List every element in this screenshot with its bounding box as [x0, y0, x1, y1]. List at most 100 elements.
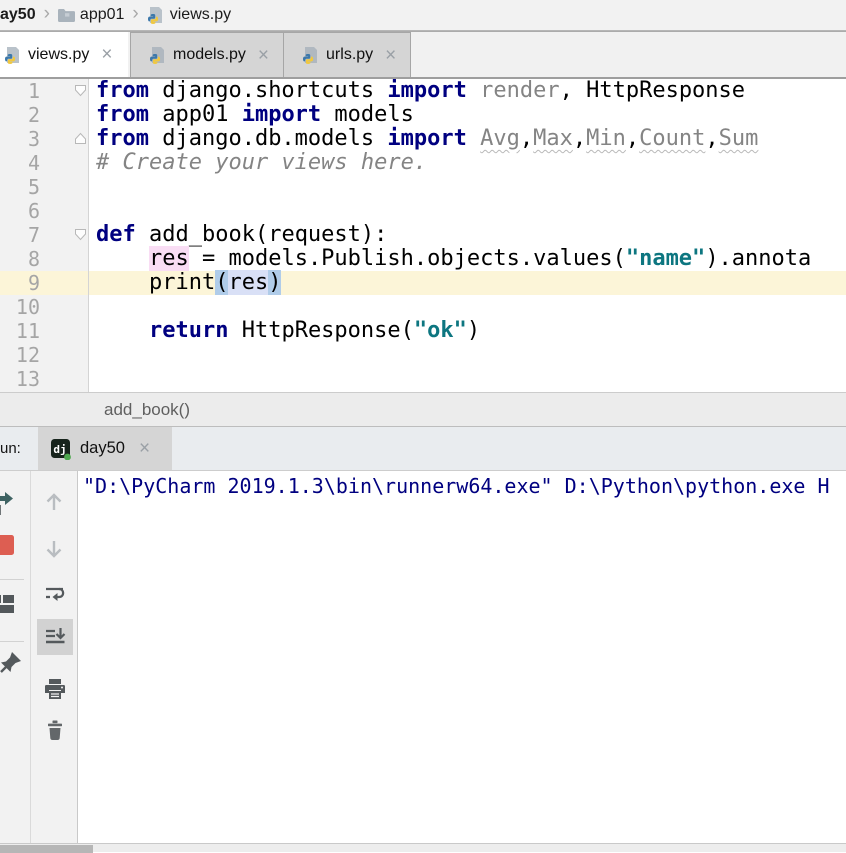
- gutter-line-5[interactable]: 5: [0, 175, 88, 199]
- tab-urls-py[interactable]: urls.py ×: [284, 32, 411, 77]
- fold-collapse-icon[interactable]: [74, 84, 87, 97]
- code-line-4[interactable]: # Create your views here.: [89, 151, 846, 175]
- line-number: 2: [0, 103, 40, 127]
- line-number: 5: [0, 175, 40, 199]
- run-toolbar-outer: [0, 471, 31, 843]
- gutter-line-1[interactable]: 1: [0, 79, 88, 103]
- gutter-line-7[interactable]: 7: [0, 223, 88, 247]
- code-line-9[interactable]: print(res): [89, 271, 846, 295]
- breadcrumb-project[interactable]: ay50: [0, 6, 36, 24]
- restore-layout-icon[interactable]: [0, 592, 15, 616]
- run-tab-day50[interactable]: dj day50 ×: [38, 427, 172, 470]
- code-editor[interactable]: 12345678910111213 from django.shortcuts …: [0, 79, 846, 392]
- code-line-5[interactable]: [89, 175, 846, 199]
- python-file-icon: [302, 46, 320, 64]
- django-run-icon: dj: [50, 438, 72, 460]
- method-breadcrumb-bar: add_book(): [0, 392, 846, 427]
- console-output[interactable]: "D:\PyCharm 2019.1.3\bin\runnerw64.exe" …: [78, 471, 846, 843]
- line-number: 7: [0, 223, 40, 247]
- code-token: "name": [626, 246, 705, 271]
- line-number: 1: [0, 79, 40, 103]
- line-number: 13: [0, 367, 40, 391]
- code-token: from: [96, 79, 149, 103]
- stop-icon[interactable]: [0, 535, 14, 555]
- code-token: # Create your views here.: [96, 150, 427, 175]
- breadcrumb-label: ay50: [0, 6, 36, 24]
- tab-label: urls.py: [326, 46, 373, 64]
- gutter-line-11[interactable]: 11: [0, 319, 88, 343]
- tab-label: models.py: [173, 46, 246, 64]
- code-token: ): [268, 270, 281, 295]
- code-line-12[interactable]: [89, 343, 846, 367]
- gutter-line-2[interactable]: 2: [0, 103, 88, 127]
- line-number: 3: [0, 127, 40, 151]
- tab-views-py[interactable]: views.py ×: [0, 32, 128, 77]
- run-window-label: un:: [0, 440, 34, 457]
- code-token: [96, 318, 149, 343]
- gutter-line-13[interactable]: 13: [0, 367, 88, 391]
- code-line-13[interactable]: [89, 367, 846, 391]
- breadcrumb-views-py[interactable]: views.py: [147, 6, 231, 24]
- code-line-1[interactable]: from django.shortcuts import render, Htt…: [89, 79, 846, 103]
- pin-icon[interactable]: [0, 651, 22, 675]
- code-token: , HttpResponse: [560, 79, 745, 103]
- line-number: 8: [0, 247, 40, 271]
- fold-collapse-icon[interactable]: [74, 228, 87, 241]
- code-token: import: [387, 79, 466, 103]
- scroll-to-end-icon[interactable]: [44, 626, 66, 648]
- code-token: Sum: [719, 126, 759, 151]
- print-icon[interactable]: [43, 677, 67, 701]
- code-line-2[interactable]: from app01 import models: [89, 103, 846, 127]
- python-file-icon: [147, 6, 165, 24]
- gutter-line-9[interactable]: 9: [0, 271, 88, 295]
- code-line-6[interactable]: [89, 199, 846, 223]
- fold-end-icon[interactable]: [74, 132, 87, 145]
- gutter-line-6[interactable]: 6: [0, 199, 88, 223]
- toolbar-separator: [0, 579, 24, 580]
- up-arrow-icon[interactable]: [43, 490, 65, 512]
- code-token: ,: [705, 126, 718, 151]
- python-file-icon: [149, 46, 167, 64]
- code-token: "ok": [414, 318, 467, 343]
- clear-all-icon[interactable]: [44, 719, 66, 741]
- tab-models-py[interactable]: models.py ×: [130, 32, 284, 77]
- code-token: from: [96, 126, 149, 151]
- breadcrumb: ay50 › app01 › views.py: [0, 0, 846, 31]
- code-line-10[interactable]: [89, 295, 846, 319]
- down-arrow-icon[interactable]: [43, 539, 65, 561]
- rerun-icon[interactable]: [0, 489, 17, 515]
- code-token: ,: [520, 126, 533, 151]
- close-icon[interactable]: ×: [95, 45, 112, 64]
- method-breadcrumb[interactable]: add_book(): [104, 400, 190, 419]
- soft-wrap-icon[interactable]: [43, 582, 67, 606]
- folder-icon: [58, 8, 75, 22]
- breadcrumb-label: views.py: [170, 6, 231, 24]
- code-token: ): [467, 318, 480, 343]
- breadcrumb-label: app01: [80, 6, 125, 24]
- gutter-line-8[interactable]: 8: [0, 247, 88, 271]
- line-number: 4: [0, 151, 40, 175]
- gutter-line-4[interactable]: 4: [0, 151, 88, 175]
- editor-gutter[interactable]: 12345678910111213: [0, 79, 89, 392]
- code-token: def: [96, 222, 136, 247]
- gutter-line-10[interactable]: 10: [0, 295, 88, 319]
- close-icon[interactable]: ×: [252, 46, 269, 65]
- code-token: render: [467, 79, 560, 103]
- close-icon[interactable]: ×: [133, 439, 150, 458]
- close-icon[interactable]: ×: [379, 46, 396, 65]
- code-token: = models.Publish.objects.values(: [189, 246, 626, 271]
- breadcrumb-app01[interactable]: app01: [58, 6, 125, 24]
- code-token: Avg: [480, 126, 520, 151]
- editor-code[interactable]: from django.shortcuts import render, Htt…: [89, 79, 846, 392]
- code-token: from: [96, 102, 149, 127]
- code-line-3[interactable]: from django.db.models import Avg,Max,Min…: [89, 127, 846, 151]
- code-token: res: [228, 270, 268, 295]
- horizontal-scrollbar[interactable]: [0, 843, 846, 852]
- code-line-8[interactable]: res = models.Publish.objects.values("nam…: [89, 247, 846, 271]
- gutter-line-3[interactable]: 3: [0, 127, 88, 151]
- code-token: Min: [586, 126, 626, 151]
- gutter-line-12[interactable]: 12: [0, 343, 88, 367]
- code-line-7[interactable]: def add_book(request):: [89, 223, 846, 247]
- code-line-11[interactable]: return HttpResponse("ok"): [89, 319, 846, 343]
- code-token: ).annota: [705, 246, 811, 271]
